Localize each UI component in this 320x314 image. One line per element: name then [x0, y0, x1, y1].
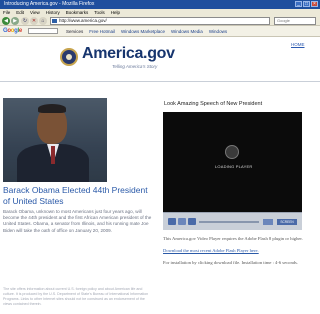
search-box[interactable]: Google: [274, 17, 316, 25]
reload-icon[interactable]: ↻: [21, 17, 29, 25]
site-logo-text[interactable]: America.gov: [82, 45, 175, 63]
toolbar-link-media[interactable]: Windows Media: [171, 28, 203, 35]
player-controls: SCREEN: [163, 212, 302, 230]
window-titlebar: Introducing America.gov - Mozilla Firefo…: [0, 0, 320, 9]
page-content: America.gov Telling America's Story HOME…: [0, 37, 320, 314]
toolbar-link-hotmail[interactable]: Free Hotmail: [89, 28, 115, 35]
video-player[interactable]: LOADING PLAYER: [163, 112, 302, 212]
minimize-button[interactable]: _: [295, 1, 302, 7]
progress-bar[interactable]: [199, 221, 259, 223]
menu-file[interactable]: File: [3, 9, 10, 16]
links-toolbar: Google Services Free Hotmail Windows Mar…: [0, 26, 320, 37]
state-department-seal-icon: [60, 48, 78, 66]
rewind-icon[interactable]: [168, 218, 176, 225]
photo-tie: [51, 146, 55, 164]
menu-edit[interactable]: Edit: [16, 9, 24, 16]
toolbar-link-windows[interactable]: Windows: [209, 28, 227, 35]
maximize-button[interactable]: □: [303, 1, 310, 7]
article-blurb: Barack Obama, unknown to most Americans …: [3, 209, 152, 233]
site-footnote: The site offers information about curren…: [3, 287, 149, 306]
fullscreen-button[interactable]: SCREEN: [277, 219, 297, 225]
photo-hair: [38, 104, 66, 113]
menu-tools[interactable]: Tools: [94, 9, 105, 16]
stop-icon[interactable]: ✕: [30, 17, 38, 25]
menu-history[interactable]: History: [46, 9, 60, 16]
site-favicon-icon: [52, 19, 57, 23]
play-icon[interactable]: [178, 218, 186, 225]
president-photo: [3, 98, 107, 182]
install-note-text: For installation by clicking download fi…: [163, 260, 298, 265]
player-logo-icon: [225, 145, 239, 159]
window-controls: _ □ ×: [295, 1, 318, 7]
menu-help[interactable]: Help: [111, 9, 120, 16]
toolbar-links: Services Free Hotmail Windows Marketplac…: [66, 28, 227, 35]
address-text: http://www.america.gov/: [59, 18, 107, 23]
site-tagline: Telling America's Story: [112, 64, 158, 69]
home-link[interactable]: HOME: [291, 42, 305, 47]
home-icon[interactable]: ⌂: [39, 17, 47, 25]
site-header: America.gov Telling America's Story HOME: [0, 37, 320, 82]
window-title: Introducing America.gov - Mozilla Firefo…: [4, 1, 95, 7]
video-title: Look Amazing Speech of New President: [164, 101, 263, 107]
menu-bookmarks[interactable]: Bookmarks: [66, 9, 89, 16]
forward-arrow-icon[interactable]: ▶: [11, 17, 19, 25]
close-button[interactable]: ×: [311, 1, 318, 7]
loading-player-text: LOADING PLAYER: [215, 164, 253, 169]
toolbar-link-marketplace[interactable]: Windows Marketplace: [121, 28, 165, 35]
navigation-toolbar: ◀ ▶ ↻ ✕ ⌂ http://www.america.gov/ Google: [0, 16, 320, 26]
address-bar[interactable]: http://www.america.gov/: [50, 17, 270, 25]
toolbar-search-input[interactable]: [28, 28, 58, 34]
flash-requirement-text: This America.gov Video Player requires t…: [163, 236, 303, 241]
menu-bar: File Edit View History Bookmarks Tools H…: [0, 9, 320, 16]
google-toolbar-logo: Google: [3, 28, 22, 34]
toolbar-services[interactable]: Services: [66, 28, 83, 35]
forward-icon[interactable]: [188, 218, 196, 225]
back-arrow-icon[interactable]: ◀: [2, 17, 10, 25]
volume-icon[interactable]: [263, 219, 273, 225]
menu-view[interactable]: View: [30, 9, 40, 16]
article-headline[interactable]: Barack Obama Elected 44th President of U…: [3, 185, 153, 207]
flash-download-link[interactable]: Download the most recent Adobe Flash Pla…: [163, 248, 259, 253]
